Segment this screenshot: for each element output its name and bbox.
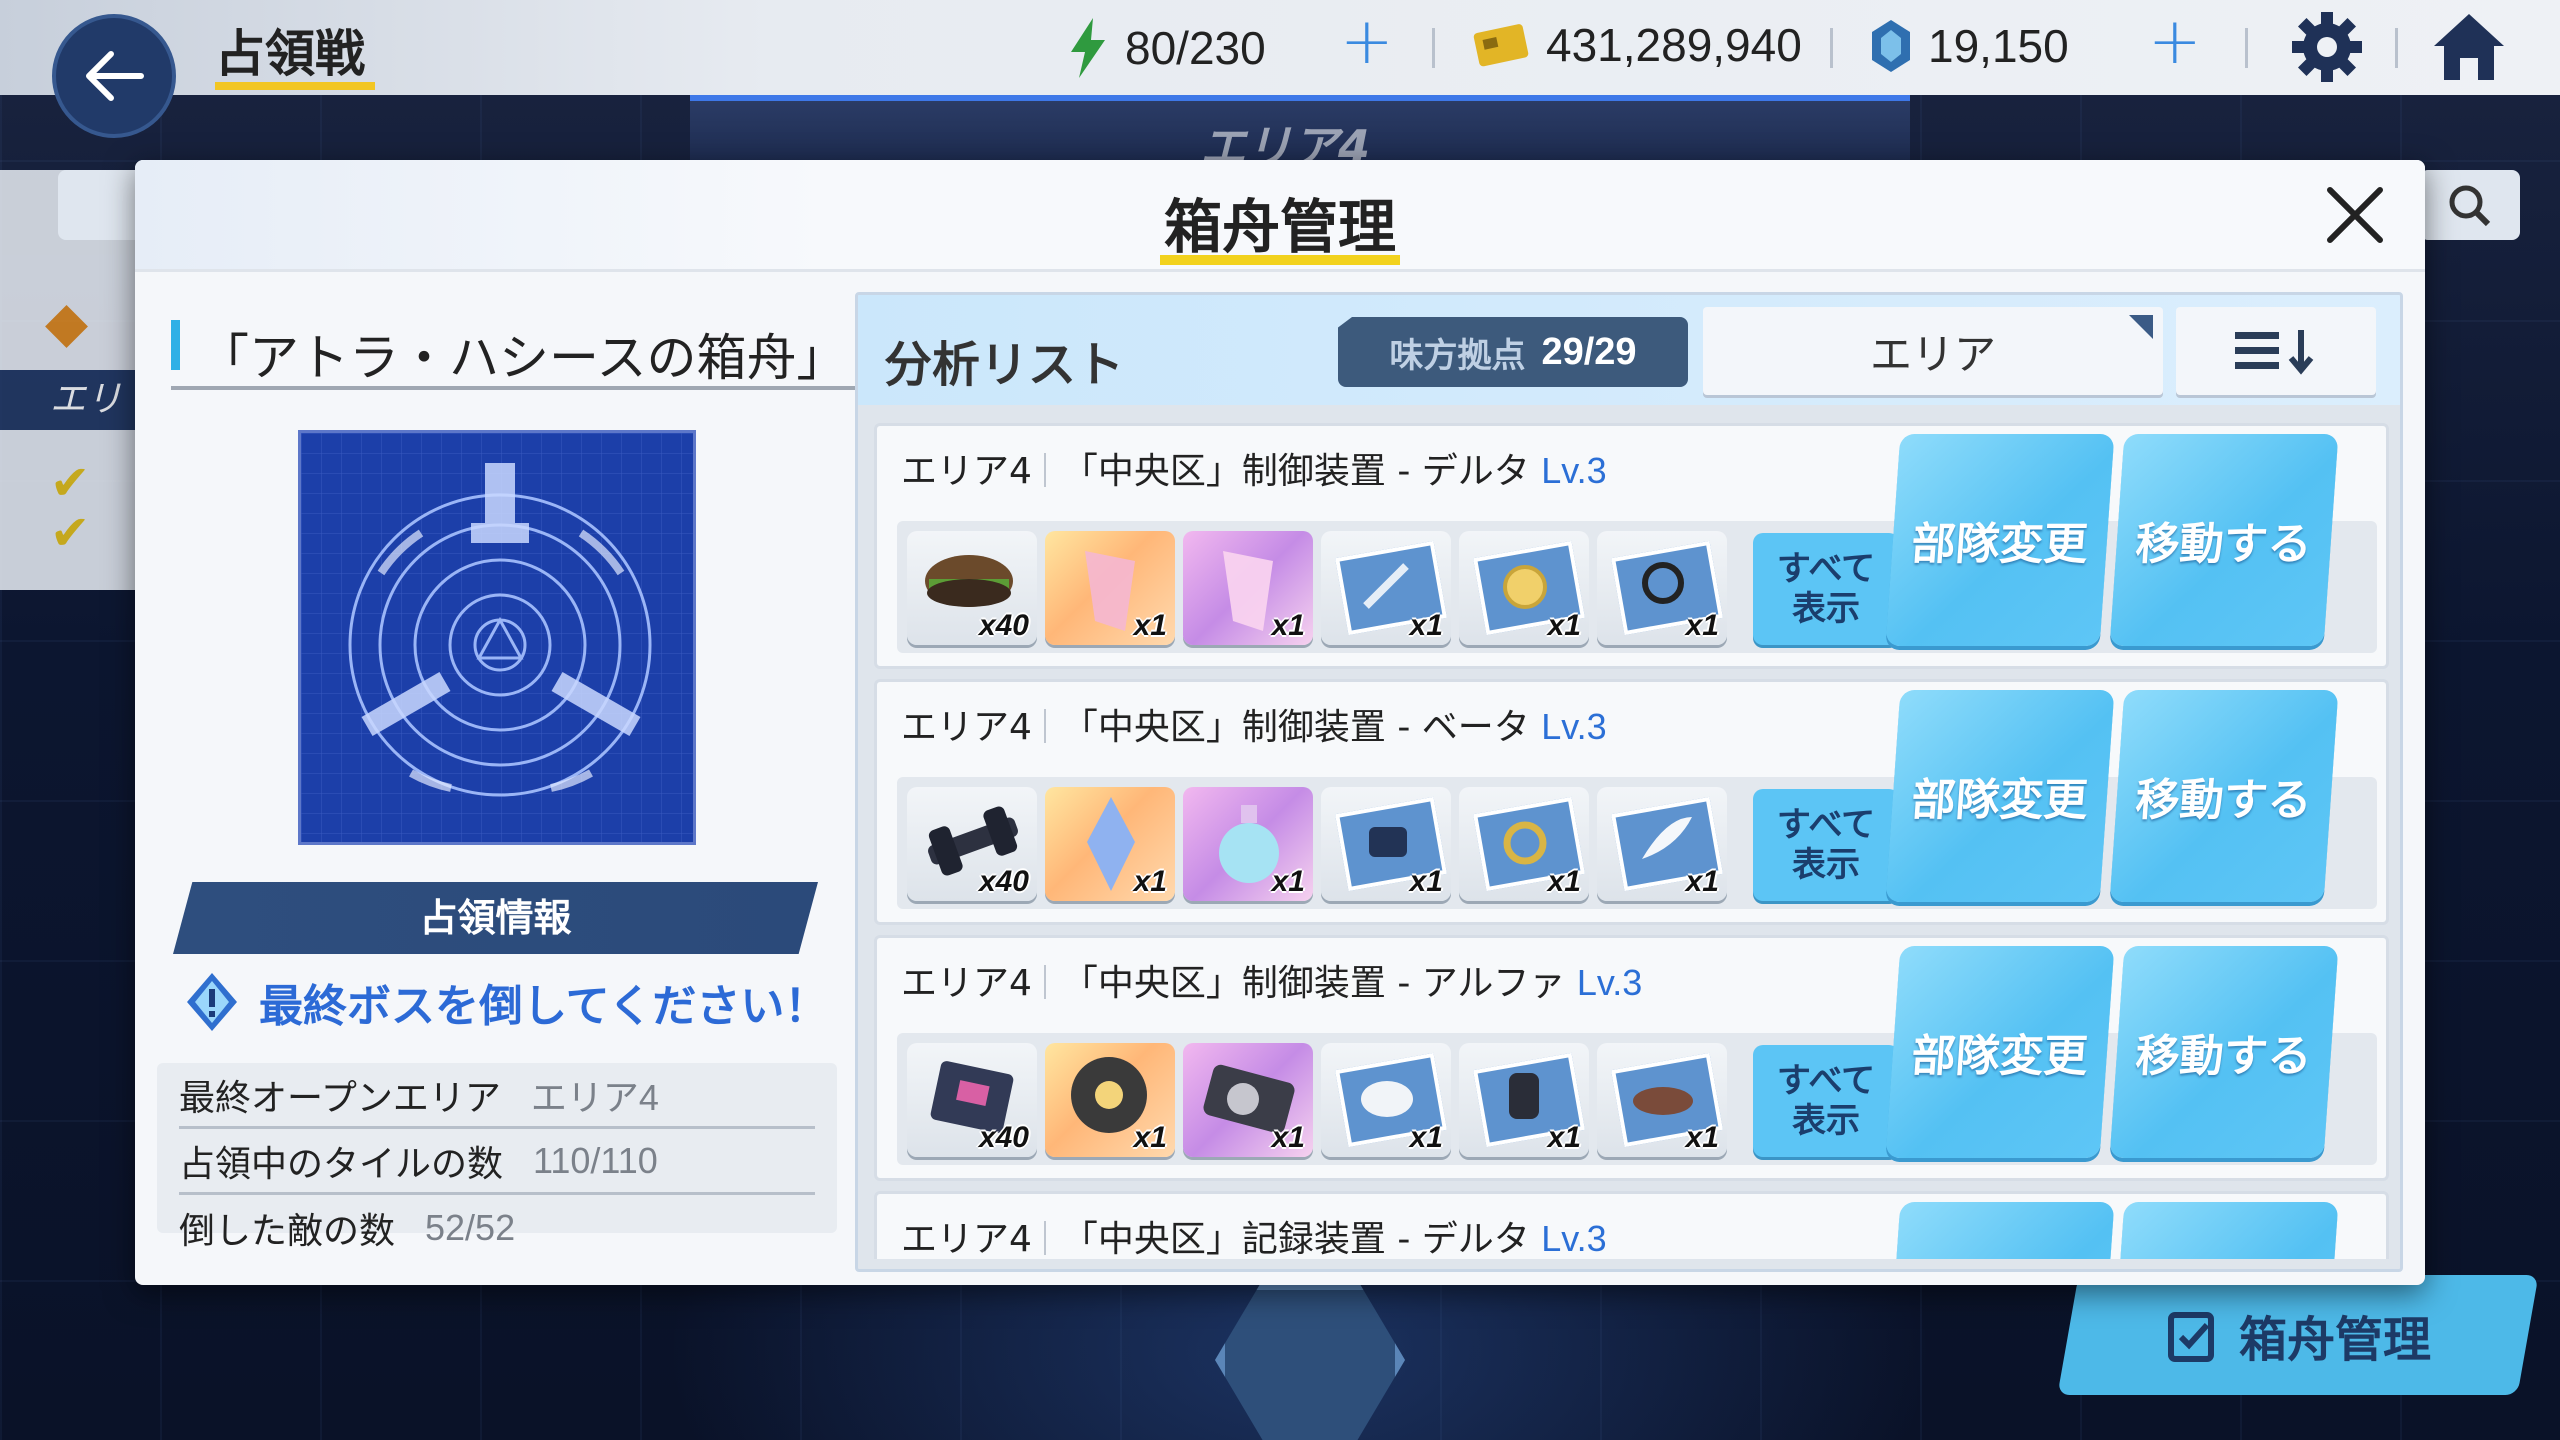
device-card: エリア4 「中央区」記録装置 - デルタ Lv.3 — [874, 1191, 2389, 1259]
area-tab[interactable]: エリア4 — [690, 95, 1910, 174]
reward-item[interactable]: x1 — [1321, 1043, 1451, 1157]
clipboard-check-icon — [2167, 1312, 2214, 1362]
gear-icon[interactable] — [2290, 10, 2364, 84]
change-squad-button[interactable]: 部隊変更 — [1885, 434, 2115, 646]
credits-display: 431,289,940 — [1472, 18, 1802, 72]
reward-item[interactable]: x1 — [1459, 1043, 1589, 1157]
analysis-list-panel: 分析リスト 味方拠点 29/29 エリア エリア4 「中央区」制御装置 - デル… — [855, 292, 2403, 1272]
arrow-left-icon — [86, 51, 144, 101]
check-icon: ✔ — [50, 455, 91, 511]
move-button[interactable]: 移動する — [2109, 434, 2339, 646]
device-card: エリア4 「中央区」制御装置 - アルファ Lv.3 x40 x1 x1 x1 … — [874, 935, 2389, 1181]
allied-bases-badge: 味方拠点 29/29 — [1338, 317, 1688, 387]
device-list[interactable]: エリア4 「中央区」制御装置 - デルタ Lv.3 x40 x1 x1 x1 x… — [874, 423, 2389, 1259]
back-button[interactable] — [52, 14, 176, 138]
warning-icon: ◆ — [45, 290, 89, 355]
add-gems-button[interactable]: + — [2148, 10, 2202, 74]
ark-blueprint-image — [298, 430, 696, 845]
accent-bar — [171, 320, 180, 370]
device-card: エリア4 「中央区」制御装置 - デルタ Lv.3 x40 x1 x1 x1 x… — [874, 423, 2389, 669]
move-button[interactable]: 移動する — [2109, 690, 2339, 902]
ark-name: 「アトラ・ハシースの箱舟」 — [199, 329, 847, 387]
show-all-button[interactable]: すべて 表示 — [1753, 1045, 1899, 1157]
reward-item[interactable]: x1 — [1045, 531, 1175, 645]
device-title: エリア4 「中央区」記録装置 - デルタ Lv.3 — [901, 1218, 1607, 1259]
search-button[interactable] — [2420, 170, 2520, 240]
reward-item[interactable]: x1 — [1045, 787, 1175, 901]
device-title: エリア4 「中央区」制御装置 - ベータ Lv.3 — [901, 706, 1607, 748]
change-squad-button[interactable]: 部隊変更 — [1885, 690, 2115, 902]
divider — [2395, 28, 2398, 68]
move-button[interactable]: 移動する — [2109, 946, 2339, 1158]
search-icon — [2449, 185, 2491, 227]
reward-item[interactable]: x1 — [1459, 787, 1589, 901]
home-icon[interactable] — [2430, 10, 2508, 84]
reward-item[interactable]: x1 — [1183, 787, 1313, 901]
lightning-icon — [1071, 18, 1105, 78]
occupy-info-header: 占領情報 — [173, 882, 818, 954]
device-title: エリア4 「中央区」制御装置 - アルファ Lv.3 — [901, 962, 1643, 1004]
stat-row: 倒した敵の数 52/52 — [179, 1207, 516, 1252]
analysis-header: 分析リスト 味方拠点 29/29 エリア — [858, 295, 2400, 405]
boss-message: 最終ボスを倒してください！ — [183, 970, 828, 1034]
show-all-button[interactable]: すべて 表示 — [1753, 789, 1899, 901]
reward-item[interactable]: x1 — [1321, 531, 1451, 645]
gems-display: 19,150 — [1868, 18, 2069, 74]
title-underline — [215, 82, 375, 90]
reward-item[interactable]: x40 — [907, 531, 1037, 645]
modal-title-underline — [1160, 255, 1400, 265]
show-all-button[interactable]: すべて 表示 — [1753, 533, 1899, 645]
divider — [1432, 28, 1435, 68]
close-icon[interactable] — [2320, 180, 2390, 250]
credit-card-icon — [1473, 24, 1529, 67]
reward-item[interactable]: x1 — [1459, 531, 1589, 645]
divider — [2245, 28, 2248, 68]
reward-item[interactable]: x1 — [1597, 787, 1727, 901]
reward-item[interactable]: x1 — [1597, 531, 1727, 645]
move-button[interactable] — [2109, 1202, 2339, 1259]
add-stamina-button[interactable]: + — [1340, 10, 1394, 74]
device-title: エリア4 「中央区」制御装置 - デルタ Lv.3 — [901, 450, 1607, 492]
ark-management-button[interactable]: 箱舟管理 — [2057, 1275, 2539, 1395]
alert-diamond-icon — [187, 973, 237, 1031]
reward-item[interactable]: x1 — [1183, 531, 1313, 645]
ark-name-bar: 「アトラ・ハシースの箱舟」 — [171, 310, 956, 390]
device-card: エリア4 「中央区」制御装置 - ベータ Lv.3 x40 x1 x1 x1 x… — [874, 679, 2389, 925]
reward-item[interactable]: x40 — [907, 787, 1037, 901]
top-bar: 占領戦 80/230 + 431,289,940 19,150 + — [0, 0, 2560, 95]
reward-item[interactable]: x1 — [1045, 1043, 1175, 1157]
reward-item[interactable]: x1 — [1597, 1043, 1727, 1157]
reward-item[interactable]: x1 — [1183, 1043, 1313, 1157]
page-title: 占領戦 — [215, 25, 365, 83]
analysis-title: 分析リスト — [884, 337, 1125, 393]
change-squad-button[interactable]: 部隊変更 — [1885, 946, 2115, 1158]
area-filter-dropdown[interactable]: エリア — [1703, 307, 2163, 395]
sort-descending-icon — [2235, 330, 2314, 375]
stats-panel: 最終オープンエリア エリア4 占領中のタイルの数 110/110 倒した敵の数 … — [157, 1063, 837, 1252]
reward-item[interactable]: x40 — [907, 1043, 1037, 1157]
divider — [1830, 28, 1833, 68]
ark-management-modal: 箱舟管理 「アトラ・ハシースの箱舟」 占領情報 最終ボスを倒してください！ 最終… — [135, 160, 2425, 1285]
stamina-display: 80/230 — [1065, 18, 1266, 78]
stat-row: 占領中のタイルの数 110/110 — [179, 1129, 815, 1195]
stat-row: 最終オープンエリア エリア4 — [179, 1063, 815, 1129]
change-squad-button[interactable] — [1885, 1202, 2115, 1259]
area-label: エリ — [0, 370, 150, 430]
sort-button[interactable] — [2176, 307, 2376, 395]
reward-item[interactable]: x1 — [1321, 787, 1451, 901]
modal-title: 箱舟管理 — [1163, 193, 1396, 261]
gem-icon — [1872, 20, 1910, 72]
check-icon: ✔ — [50, 505, 91, 561]
modal-header: 箱舟管理 — [135, 160, 2425, 272]
dropdown-caret-icon — [2129, 315, 2153, 339]
